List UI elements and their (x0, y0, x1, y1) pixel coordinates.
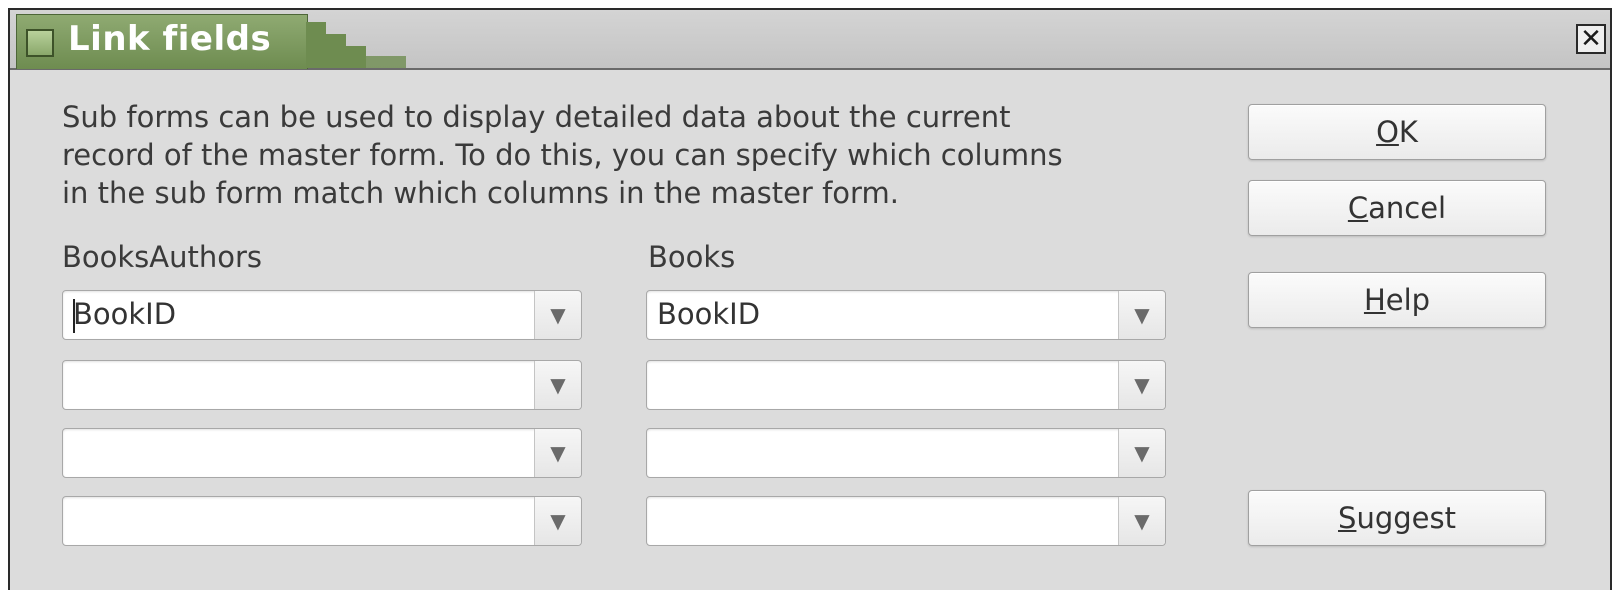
cancel-button[interactable]: Cancel (1248, 180, 1546, 236)
cancel-mnemonic: C (1347, 191, 1369, 225)
master-form-field-combo-1[interactable]: BookID ▼ (646, 290, 1166, 340)
title-tab: Link fields (16, 14, 411, 69)
dropdown-arrow-icon[interactable]: ▼ (1118, 361, 1165, 409)
suggest-button[interactable]: Suggest (1248, 490, 1546, 546)
master-form-field-combo-4[interactable]: ▼ (646, 496, 1166, 546)
help-label: elp (1385, 283, 1431, 317)
suggest-label: uggest (1356, 501, 1456, 535)
suggest-mnemonic: S (1338, 501, 1357, 535)
close-icon: ✕ (1580, 24, 1602, 54)
close-button[interactable]: ✕ (1576, 24, 1606, 54)
dropdown-arrow-icon[interactable]: ▼ (534, 429, 581, 477)
sub-form-column-label: BooksAuthors (62, 240, 263, 274)
sub-form-field-combo-2[interactable]: ▼ (62, 360, 582, 410)
sub-form-field-combo-4[interactable]: ▼ (62, 496, 582, 546)
dropdown-arrow-icon[interactable]: ▼ (534, 361, 581, 409)
ok-button[interactable]: OK (1248, 104, 1546, 160)
title-tab-step (346, 46, 366, 68)
description-text: Sub forms can be used to display detaile… (62, 100, 1063, 210)
title-tab-step (366, 56, 406, 68)
dropdown-arrow-icon[interactable]: ▼ (534, 291, 581, 339)
link-fields-dialog: Link fields ✕ Sub forms can be used to d… (8, 8, 1612, 590)
dropdown-arrow-icon[interactable]: ▼ (534, 497, 581, 545)
master-form-column-label: Books (648, 240, 736, 274)
window-menu-icon[interactable] (26, 29, 54, 57)
window-title: Link fields (68, 19, 272, 59)
help-button[interactable]: Help (1248, 272, 1546, 328)
combo-value: BookID (73, 297, 177, 331)
dropdown-arrow-icon[interactable]: ▼ (1118, 291, 1165, 339)
sub-form-field-combo-3[interactable]: ▼ (62, 428, 582, 478)
cancel-label: ancel (1368, 191, 1447, 225)
combo-value: BookID (657, 297, 761, 331)
sub-form-field-combo-1[interactable]: BookID ▼ (62, 290, 582, 340)
title-tab-step (326, 34, 346, 68)
title-tab-step (306, 22, 326, 68)
ok-mnemonic: O (1376, 115, 1399, 149)
master-form-field-combo-3[interactable]: ▼ (646, 428, 1166, 478)
dropdown-arrow-icon[interactable]: ▼ (1118, 497, 1165, 545)
ok-label: K (1398, 115, 1418, 149)
dropdown-arrow-icon[interactable]: ▼ (1118, 429, 1165, 477)
master-form-field-combo-2[interactable]: ▼ (646, 360, 1166, 410)
help-mnemonic: H (1363, 283, 1386, 317)
title-bar[interactable]: Link fields ✕ (10, 10, 1610, 70)
